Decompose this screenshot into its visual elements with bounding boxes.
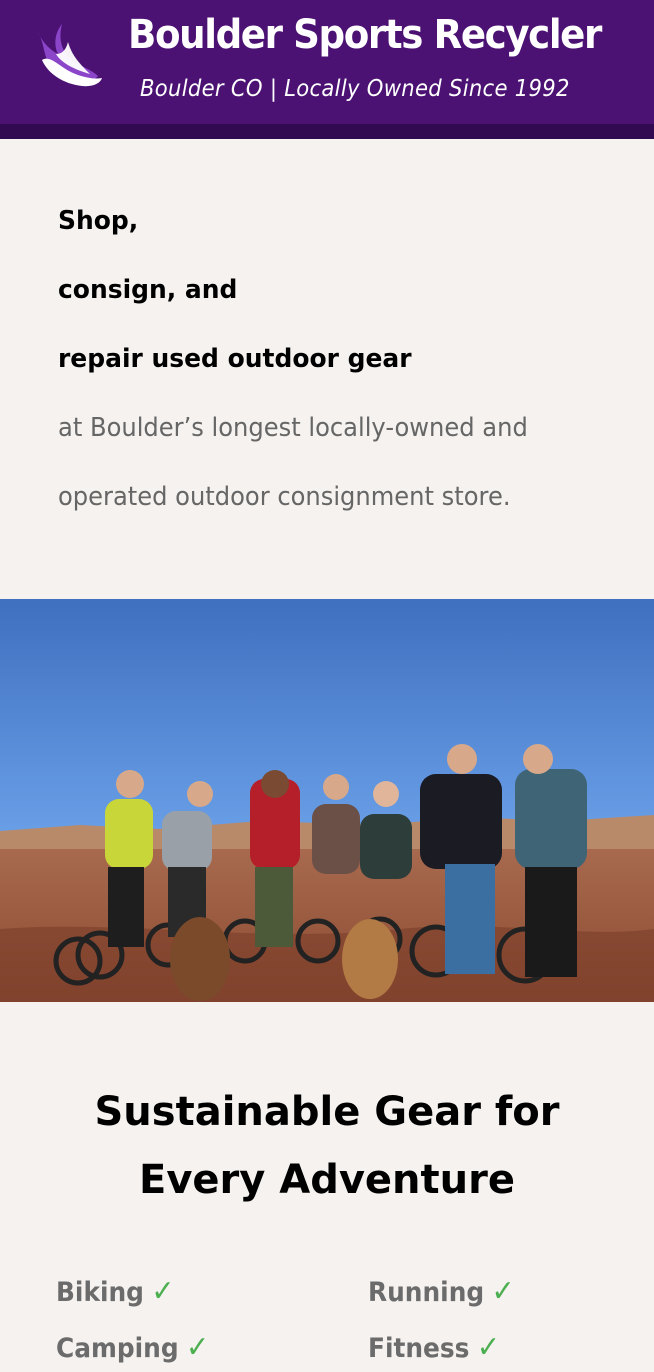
activity-biking[interactable]: Biking ✓ [56,1274,174,1309]
check-icon: ✓ [186,1330,210,1365]
site-tagline: Boulder CO | Locally Owned Since 1992 [140,76,570,102]
intro-line-description-2: operated outdoor consignment store. [58,482,511,512]
site-header: Boulder Sports Recycler Boulder CO | Loc… [0,0,654,139]
hero-photo-bikers [0,599,654,1002]
intro-line-shop: Shop, [58,206,139,236]
activity-camping[interactable]: Camping ✓ [56,1330,209,1365]
check-icon: ✓ [491,1274,515,1309]
activity-label: Camping [56,1333,179,1364]
activity-running[interactable]: Running ✓ [368,1274,515,1309]
intro-line-description-1: at Boulder’s longest locally-owned and [58,413,528,443]
check-icon: ✓ [476,1330,500,1365]
activity-fitness[interactable]: Fitness ✓ [368,1330,500,1365]
flame-logo-icon[interactable] [32,20,102,90]
section-heading-line-1: Sustainable Gear for [94,1089,560,1135]
activity-label: Fitness [368,1333,470,1364]
intro-line-repair: repair used outdoor gear [58,344,412,374]
activity-label: Running [368,1277,485,1308]
site-title[interactable]: Boulder Sports Recycler [128,12,602,58]
activity-label: Biking [56,1277,144,1308]
intro-line-consign: consign, and [58,275,238,305]
section-heading-line-2: Every Adventure [139,1157,515,1203]
check-icon: ✓ [151,1274,175,1309]
section-heading: Sustainable Gear for Every Adventure [0,1078,654,1214]
